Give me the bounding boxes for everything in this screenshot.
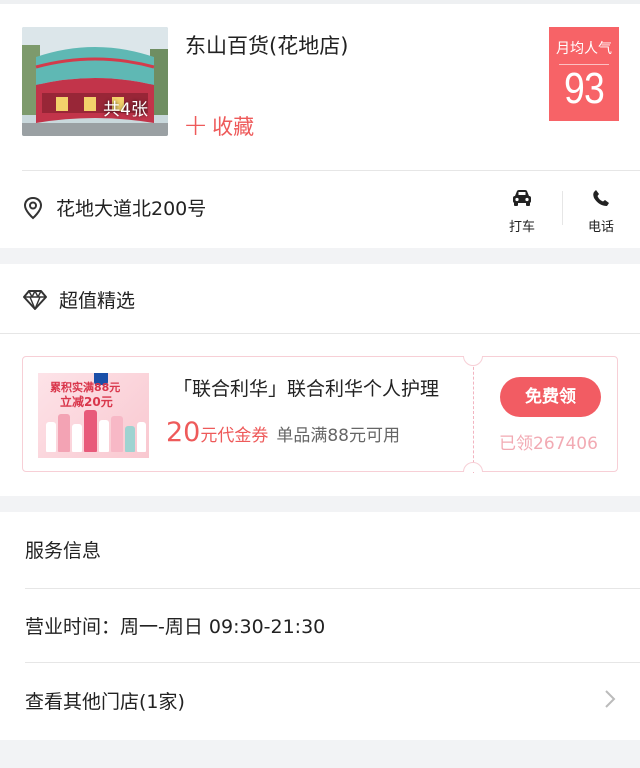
popularity-badge: 月均人气 93 bbox=[549, 27, 619, 121]
store-photo[interactable]: 共4张 bbox=[22, 27, 168, 136]
phone-label: 电话 bbox=[587, 220, 614, 235]
chevron-right-icon bbox=[605, 690, 616, 708]
coupon-dashed-divider bbox=[473, 357, 474, 473]
plus-icon: + bbox=[183, 108, 209, 143]
coupon-amount: 20 bbox=[166, 417, 201, 448]
coupon-description: 20 元代金券 单品满88元可用 bbox=[166, 417, 400, 448]
featured-title: 超值精选 bbox=[59, 290, 136, 312]
top-divider bbox=[0, 0, 640, 4]
coupon-image-text: 立减20元 bbox=[60, 395, 113, 409]
popularity-value: 93 bbox=[564, 64, 605, 113]
claimed-count: 已领267406 bbox=[499, 434, 598, 454]
store-card: 共4张 东山百货(花地店) + 收藏 月均人气 93 花地大道北200号 打车 bbox=[0, 0, 640, 248]
claim-button[interactable]: 免费领 bbox=[500, 377, 601, 417]
service-section: 服务信息 营业时间：周一-周日 09:30-21:30 查看其他门店(1家) bbox=[0, 512, 640, 740]
other-stores-row[interactable]: 查看其他门店(1家) bbox=[0, 663, 640, 738]
coupon-title: 「联合利华」联合利华个人护理 bbox=[173, 378, 440, 400]
address-row[interactable]: 花地大道北200号 bbox=[22, 194, 206, 221]
featured-section: 超值精选 累积实满88元 立减20元 「联合利华」联合利华个人护理 20 元代金… bbox=[0, 264, 640, 496]
coupon-card[interactable]: 累积实满88元 立减20元 「联合利华」联合利华个人护理 20 元代金券 单品满… bbox=[22, 356, 618, 473]
featured-header: 超值精选 bbox=[22, 286, 135, 313]
popularity-label: 月均人气 bbox=[556, 41, 612, 57]
diamond-icon bbox=[23, 289, 47, 310]
divider bbox=[0, 333, 640, 334]
action-separator bbox=[562, 191, 563, 225]
business-hours-row: 营业时间：周一-周日 09:30-21:30 bbox=[0, 588, 640, 663]
photo-count: 共4张 bbox=[103, 100, 148, 120]
coupon-condition: 单品满88元可用 bbox=[276, 426, 400, 446]
service-title: 服务信息 bbox=[25, 540, 102, 562]
car-icon bbox=[513, 190, 531, 206]
favorite-label: 收藏 bbox=[212, 115, 255, 139]
favorite-button[interactable]: + 收藏 bbox=[183, 111, 254, 141]
taxi-label: 打车 bbox=[508, 220, 535, 235]
other-stores-link: 查看其他门店(1家) bbox=[25, 691, 185, 713]
coupon-product-image: 累积实满88元 立减20元 bbox=[38, 373, 149, 458]
coupon-notch bbox=[463, 356, 483, 366]
coupon-unit: 元代金券 bbox=[200, 426, 269, 446]
location-pin-icon bbox=[23, 196, 43, 219]
divider bbox=[22, 170, 640, 171]
service-title-row: 服务信息 bbox=[0, 512, 640, 587]
phone-icon bbox=[593, 190, 609, 206]
address-text: 花地大道北200号 bbox=[56, 198, 207, 220]
phone-button[interactable]: 电话 bbox=[579, 188, 623, 235]
taxi-button[interactable]: 打车 bbox=[500, 188, 544, 235]
store-name: 东山百货(花地店) bbox=[185, 34, 349, 58]
business-hours: 营业时间：周一-周日 09:30-21:30 bbox=[25, 616, 326, 638]
